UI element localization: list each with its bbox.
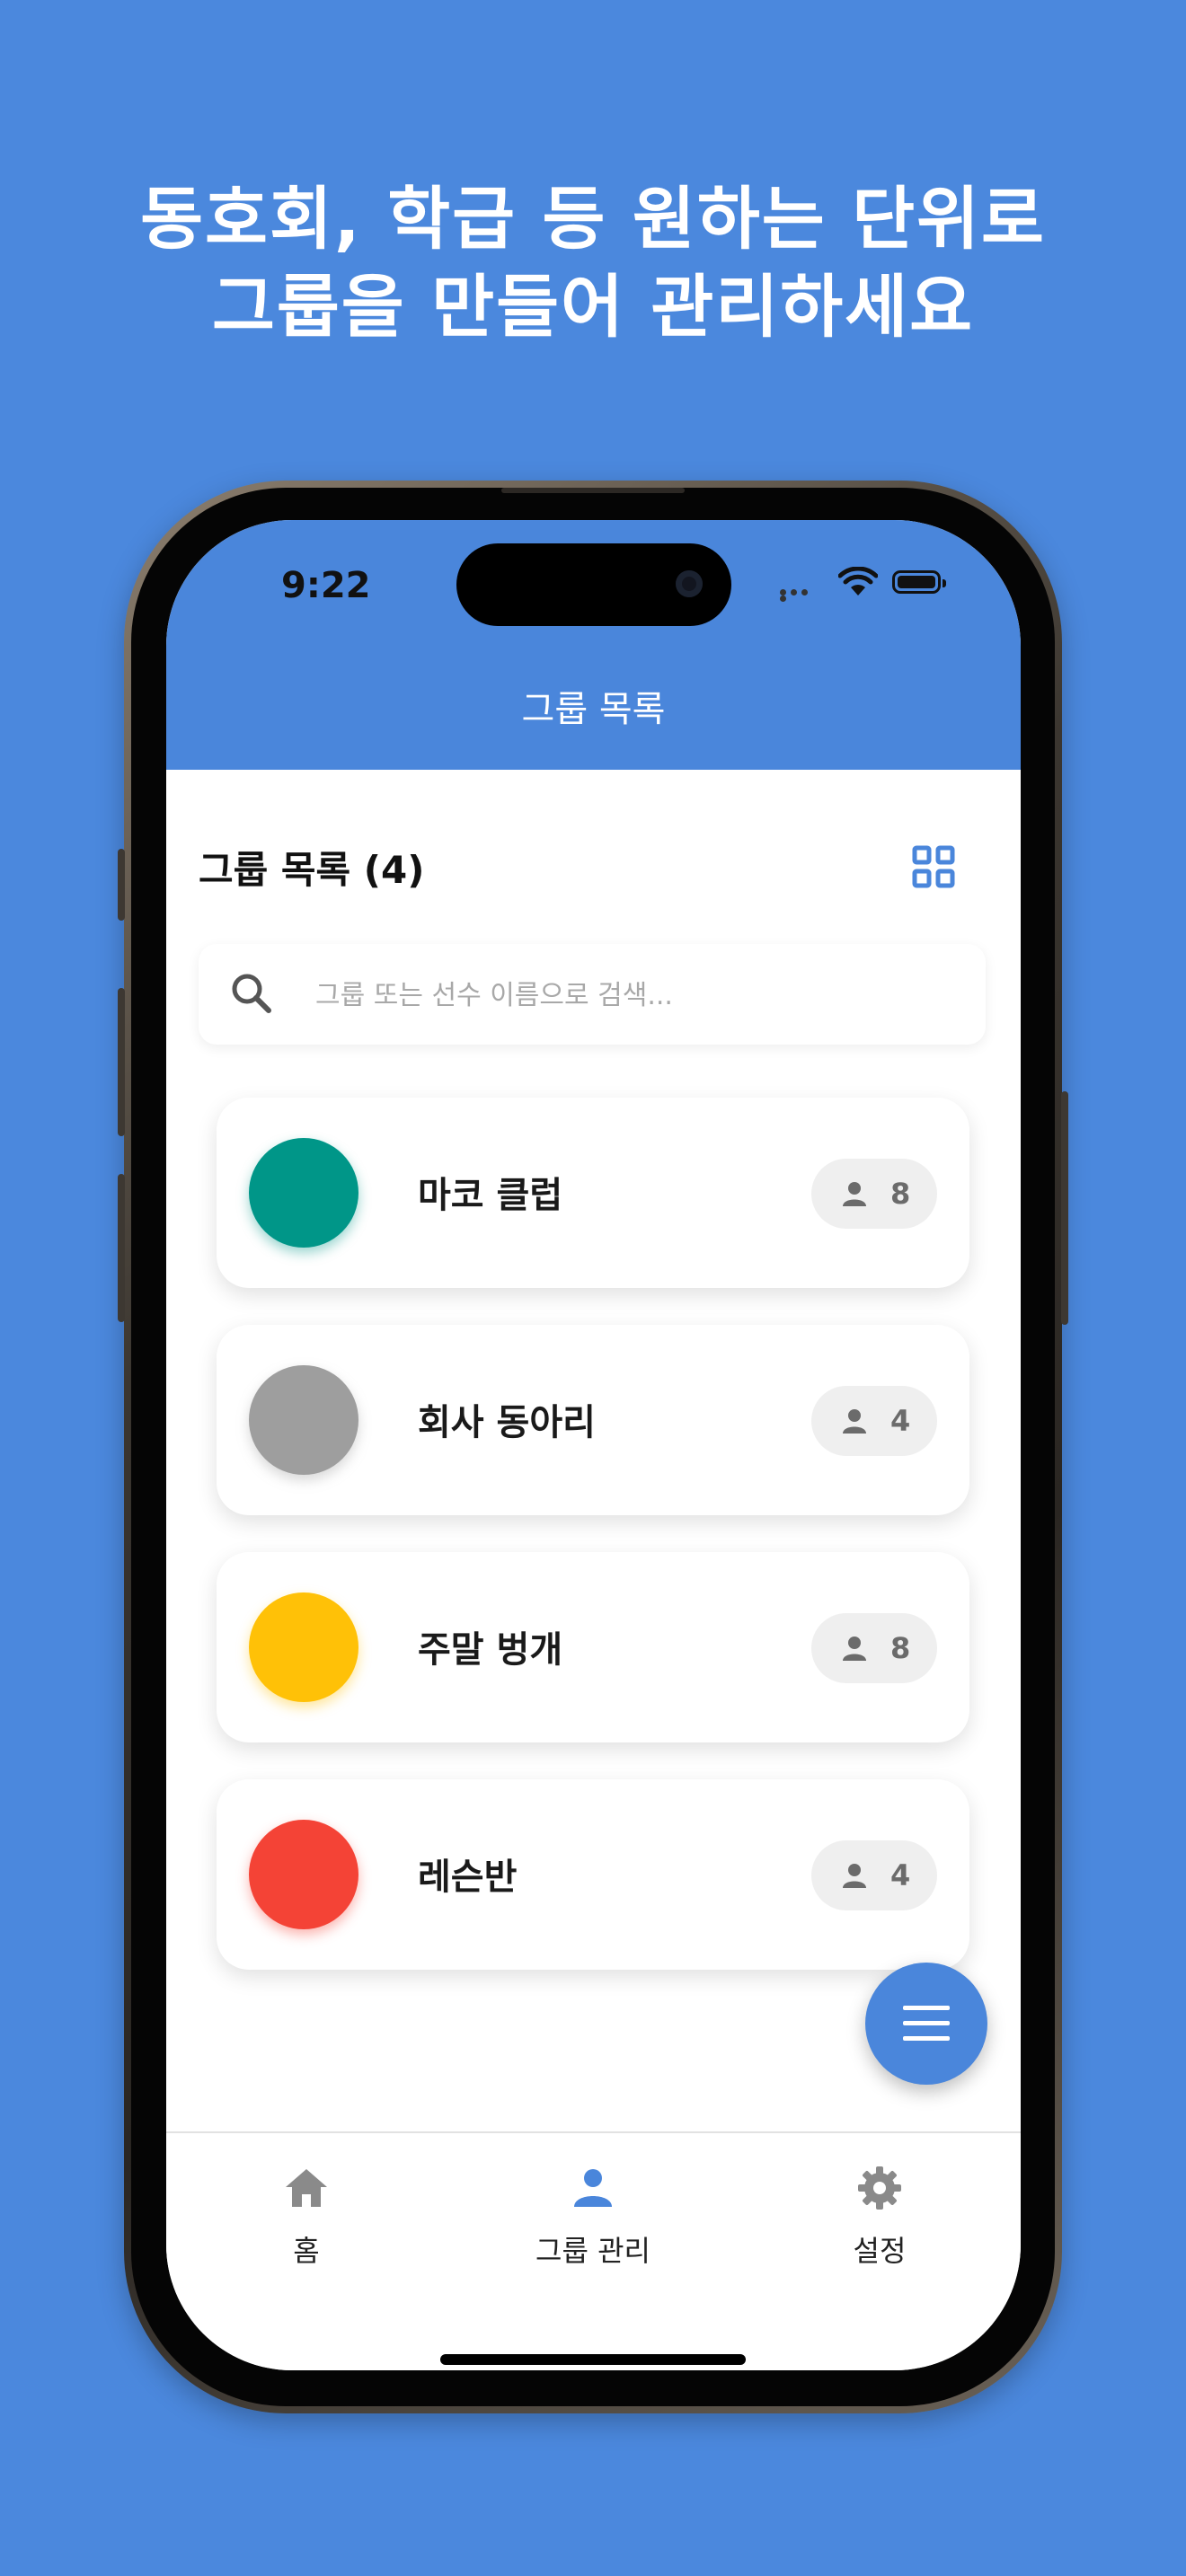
group-card[interactable]: 레슨반 4 bbox=[217, 1779, 969, 1970]
menu-icon bbox=[903, 2006, 950, 2041]
search-input[interactable] bbox=[314, 967, 946, 1023]
app-screen: 9:22 그룹 목록 그룹 목록 (4) 마코 클럽 8 회사 동아리 bbox=[166, 520, 1021, 2370]
home-icon bbox=[286, 2169, 327, 2207]
group-name: 마코 클럽 bbox=[418, 1175, 563, 1216]
promo-line-1: 동호회, 학급 등 원하는 단위로 bbox=[140, 179, 1046, 259]
camera-icon bbox=[676, 570, 703, 597]
tab-group-management[interactable]: 그룹 관리 bbox=[485, 2164, 701, 2270]
speaker bbox=[501, 488, 685, 493]
dynamic-island bbox=[456, 543, 731, 626]
grid-view-icon[interactable] bbox=[912, 845, 955, 888]
tab-home-label: 홈 bbox=[293, 2234, 320, 2268]
promo-headline: 동호회, 학급 등 원하는 단위로 그룹을 만들어 관리하세요 bbox=[0, 175, 1186, 351]
group-card[interactable]: 주말 벙개 8 bbox=[217, 1552, 969, 1742]
member-count: 4 bbox=[890, 1404, 911, 1438]
search-icon bbox=[232, 974, 271, 1013]
member-count-badge: 8 bbox=[811, 1159, 937, 1229]
signal-icon bbox=[780, 589, 821, 602]
group-color-dot bbox=[249, 1820, 358, 1929]
group-color-dot bbox=[249, 1365, 358, 1475]
group-name: 레슨반 bbox=[418, 1857, 518, 1898]
member-count-badge: 4 bbox=[811, 1840, 937, 1910]
search-bar[interactable] bbox=[199, 944, 986, 1045]
member-count: 4 bbox=[890, 1858, 911, 1892]
person-icon bbox=[843, 1182, 866, 1206]
group-list-title: 그룹 목록 (4) bbox=[199, 848, 425, 892]
menu-fab-button[interactable] bbox=[865, 1963, 987, 2085]
app-bar-title: 그룹 목록 bbox=[521, 689, 666, 730]
group-card[interactable]: 회사 동아리 4 bbox=[217, 1325, 969, 1515]
promo-line-2: 그룹을 만들어 관리하세요 bbox=[211, 267, 975, 347]
battery-icon bbox=[892, 570, 946, 594]
wifi-icon bbox=[838, 567, 878, 595]
member-count-badge: 4 bbox=[811, 1386, 937, 1456]
member-count: 8 bbox=[890, 1177, 911, 1211]
person-icon bbox=[843, 1636, 866, 1661]
power-button bbox=[1061, 1091, 1068, 1325]
group-color-dot bbox=[249, 1592, 358, 1702]
volume-down-button bbox=[118, 1174, 125, 1322]
person-icon bbox=[843, 1864, 866, 1888]
member-count-badge: 8 bbox=[811, 1613, 937, 1683]
member-count: 8 bbox=[890, 1631, 911, 1665]
tab-settings-label: 설정 bbox=[853, 2234, 907, 2268]
person-icon bbox=[574, 2169, 612, 2207]
group-color-dot bbox=[249, 1138, 358, 1248]
volume-up-button bbox=[118, 988, 125, 1136]
tab-home[interactable]: 홈 bbox=[199, 2164, 414, 2270]
tab-settings[interactable]: 설정 bbox=[772, 2164, 987, 2270]
home-indicator bbox=[440, 2354, 746, 2365]
status-time: 9:22 bbox=[281, 565, 371, 606]
person-icon bbox=[843, 1409, 866, 1434]
group-name: 주말 벙개 bbox=[418, 1629, 563, 1671]
group-card[interactable]: 마코 클럽 8 bbox=[217, 1098, 969, 1288]
action-button bbox=[118, 849, 125, 921]
gear-icon bbox=[858, 2166, 901, 2210]
group-name: 회사 동아리 bbox=[418, 1402, 596, 1443]
tab-group-management-label: 그룹 관리 bbox=[535, 2234, 651, 2268]
bottom-tab-bar: 홈 그룹 관리 설정 bbox=[166, 2131, 1021, 2370]
